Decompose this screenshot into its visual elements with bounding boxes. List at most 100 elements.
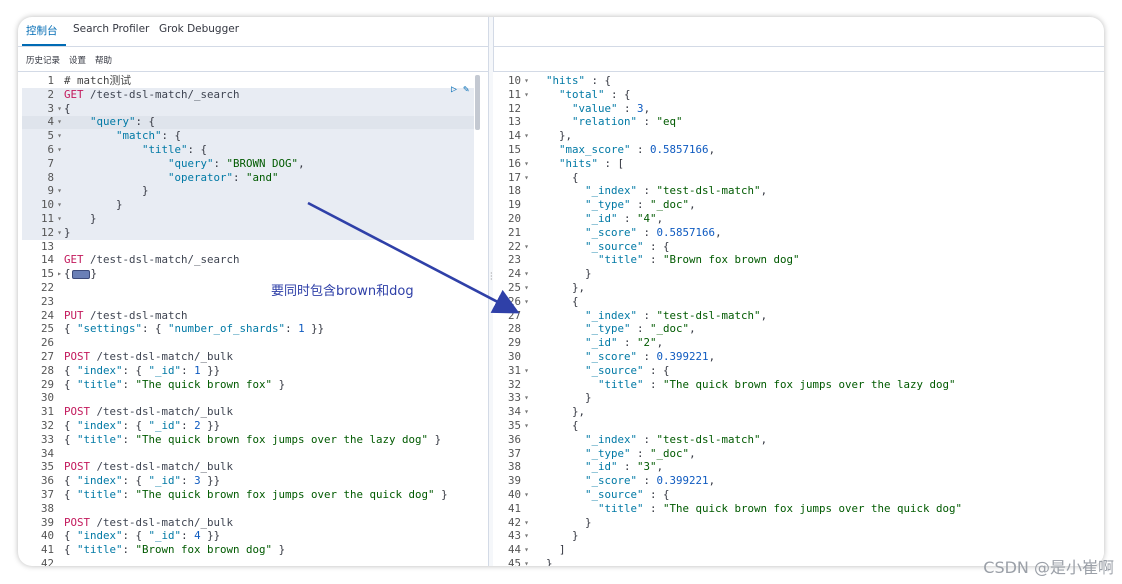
fold-collapse-icon[interactable]: ▾ [522, 129, 529, 143]
code-line: "total" : { [533, 88, 631, 102]
code-line: "_source" : { [533, 488, 670, 502]
fold-collapse-icon[interactable]: ▾ [522, 419, 529, 433]
code-line: GET /test-dsl-match/_search [64, 88, 240, 102]
code-line: "value" : 3, [533, 102, 650, 116]
fold-collapse-icon[interactable]: ▾ [522, 391, 529, 405]
code-token: "_score" [585, 350, 638, 363]
fold-collapse-icon[interactable]: ▾ [522, 295, 529, 309]
settings-link[interactable]: 设置 [69, 54, 86, 66]
code-token: "max_score" [559, 143, 631, 156]
code-token: : [637, 115, 657, 129]
tab-grok-debugger[interactable]: Grok Debugger [159, 23, 239, 35]
console-toolbar: 历史记录 设置 帮助 [18, 47, 1104, 72]
code-token: : [630, 198, 651, 212]
code-token: : { [585, 74, 612, 87]
wrench-icon[interactable]: ✎ [463, 84, 469, 95]
play-icon[interactable]: ▷ [451, 84, 457, 95]
fold-collapse-icon[interactable]: ▾ [55, 198, 62, 212]
code-line: } [64, 226, 71, 240]
code-token: : { [122, 529, 149, 543]
fold-collapse-icon[interactable]: ▾ [522, 267, 529, 281]
fold-collapse-icon[interactable]: ▾ [55, 184, 62, 198]
code-token: }} [200, 419, 221, 432]
code-token: , [708, 474, 716, 488]
code-token: : [637, 225, 657, 239]
code-token: { [533, 419, 579, 432]
code-token: "_source" [585, 488, 644, 501]
line-number: 12 [40, 225, 54, 239]
code-token: : [637, 184, 657, 198]
code-line: { "title": "Brown fox brown dog" } [64, 543, 285, 557]
code-token: "and" [246, 170, 279, 184]
fold-collapse-icon[interactable]: ▾ [522, 516, 529, 530]
fold-collapse-icon[interactable]: ▾ [522, 543, 529, 557]
code-token: "The quick brown fox" [135, 377, 273, 391]
request-editor[interactable]: ▷ ✎ 1 # match测试 2 GET /test-dsl-match/_sear… [18, 72, 488, 566]
fold-collapse-icon[interactable]: ▾ [522, 488, 529, 502]
fold-collapse-icon[interactable]: ▾ [55, 212, 62, 226]
fold-collapse-icon[interactable]: ▾ [522, 364, 529, 378]
code-token: } [272, 543, 286, 557]
code-token: "title" [77, 488, 123, 501]
tab-console[interactable]: 控制台 [26, 23, 58, 38]
line-number: 7 [47, 156, 54, 170]
code-token: /test-dsl-match/_search [83, 253, 240, 267]
code-token: } [64, 184, 149, 198]
code-token: "_id" [585, 336, 618, 350]
fold-collapse-icon[interactable]: ▾ [522, 157, 529, 171]
code-token: 0.399221 [656, 474, 709, 488]
fold-collapse-icon[interactable]: ▾ [55, 102, 62, 116]
fold-collapse-icon[interactable]: ▾ [522, 281, 529, 295]
history-link[interactable]: 历史记录 [26, 54, 60, 66]
code-token: { [64, 322, 78, 336]
code-token: : [213, 156, 227, 170]
fold-collapse-icon[interactable]: ▾ [55, 115, 62, 129]
response-viewer: 10 ▾ "hits" : {11 ▾ "total" : {12 "value" … [493, 72, 1104, 566]
code-token: : { [122, 474, 149, 488]
editor-scrollbar[interactable] [475, 75, 480, 130]
line-number: 37 [507, 446, 521, 460]
fold-collapse-icon[interactable]: ▾ [522, 74, 529, 88]
code-line: } [533, 557, 553, 566]
tab-search-profiler[interactable]: Search Profiler [73, 23, 149, 35]
collapsed-block-badge[interactable] [71, 269, 90, 279]
code-token: GET [64, 253, 84, 267]
code-token: "query" [168, 156, 214, 170]
code-token: : [181, 419, 195, 432]
fold-collapse-icon[interactable]: ▾ [522, 557, 529, 566]
code-token: "index" [77, 474, 123, 488]
fold-collapse-icon[interactable]: ▾ [55, 143, 62, 157]
code-line: } [64, 198, 123, 212]
line-number: 31 [40, 405, 54, 419]
code-token: : { [187, 143, 208, 156]
fold-collapse-icon[interactable]: ▾ [55, 226, 62, 240]
line-number: 22 [40, 281, 54, 294]
line-number: 34 [507, 405, 521, 419]
code-token: { [64, 432, 78, 446]
code-token: : [637, 350, 657, 363]
code-token: } [533, 267, 592, 281]
fold-collapse-icon[interactable]: ▾ [522, 529, 529, 543]
code-token: POST [64, 515, 91, 529]
line-number: 16 [507, 156, 521, 170]
code-token: "value" [572, 101, 618, 115]
code-token: "_index" [585, 432, 638, 446]
help-link[interactable]: 帮助 [95, 54, 112, 66]
code-line: {} [64, 267, 97, 281]
line-number: 41 [40, 543, 54, 557]
line-number: 45 [507, 557, 521, 566]
fold-collapse-icon[interactable]: ▾ [522, 88, 529, 102]
code-token: /test-dsl-match/_bulk [90, 460, 234, 474]
code-token: 0.5857166 [650, 143, 709, 156]
fold-collapse-icon[interactable]: ▾ [522, 405, 529, 419]
fold-expand-icon[interactable]: ▸ [55, 267, 62, 281]
fold-collapse-icon[interactable]: ▾ [522, 171, 529, 185]
line-number: 18 [507, 184, 521, 198]
fold-collapse-icon[interactable]: ▾ [55, 129, 62, 143]
fold-collapse-icon[interactable]: ▾ [522, 240, 529, 254]
